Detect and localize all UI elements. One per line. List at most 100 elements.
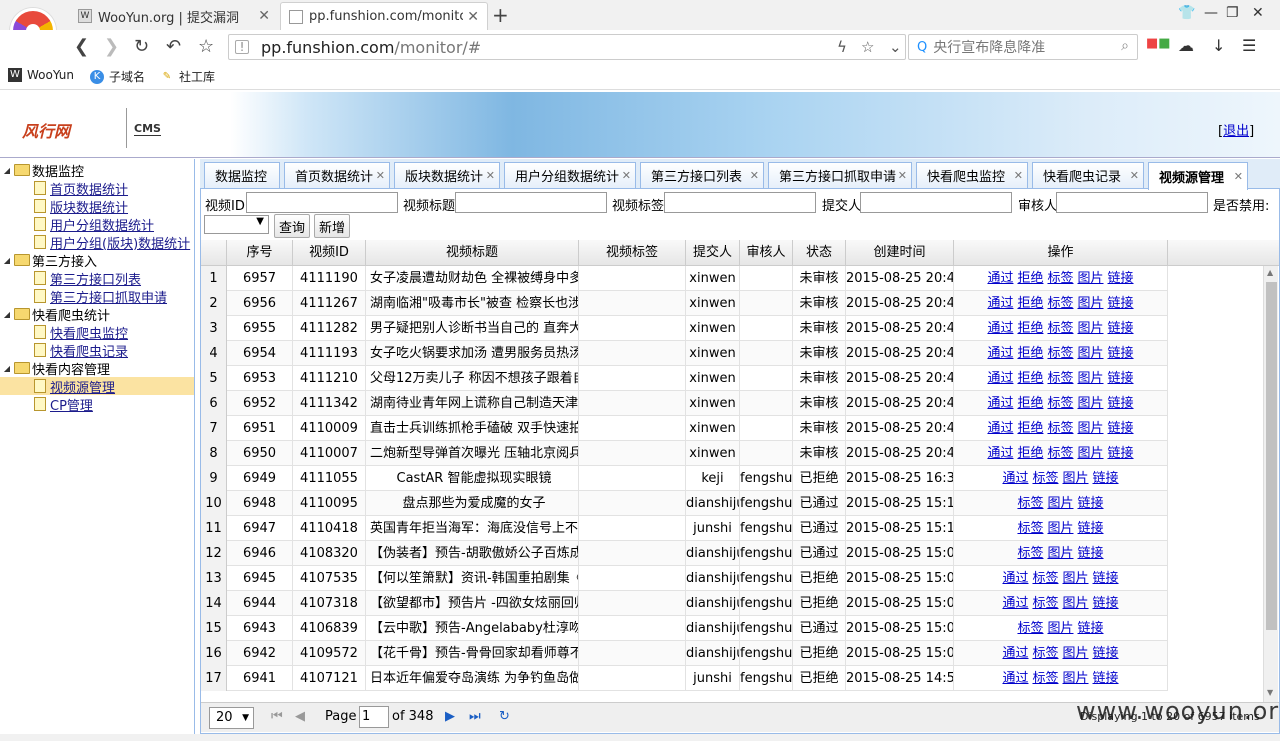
table-row[interactable]: 1 6957 4111190 女子凌晨遭劫财劫色 全裸被缚身中多 xinwen 未审核 20…	[201, 266, 1168, 291]
close-icon[interactable]: ✕	[254, 8, 270, 24]
undo-icon[interactable]: ↶	[166, 36, 181, 57]
action-link[interactable]: 链接	[1078, 496, 1104, 511]
table-row[interactable]: 5 6953 4111210 父母12万卖儿子 称因不想孩子跟着自 xinwen 未审核 2…	[201, 366, 1168, 391]
action-link[interactable]: 通过	[987, 271, 1013, 286]
action-link[interactable]: 标签	[1047, 371, 1073, 386]
close-icon[interactable]: ✕	[486, 169, 495, 182]
action-link[interactable]: 链接	[1108, 446, 1134, 461]
action-link[interactable]: 标签	[1017, 546, 1043, 561]
action-link[interactable]: 图片	[1078, 371, 1104, 386]
table-row[interactable]: 10 6948 4110095 盘点那些为爱成魔的女子 dianshiju fengshu…	[201, 491, 1168, 516]
table-row[interactable]: 15 6943 4106839 【云中歌】预告-Angelababy杜淳吻戏 dians…	[201, 616, 1168, 641]
action-link[interactable]: 链接	[1078, 546, 1104, 561]
action-link[interactable]: 链接	[1093, 471, 1119, 486]
action-link[interactable]: 标签	[1047, 421, 1073, 436]
table-row[interactable]: 6 6952 4111342 湖南待业青年网上谎称自己制造天津爆 xinwen 未审核 20…	[201, 391, 1168, 416]
close-icon[interactable]: ✕	[750, 169, 759, 182]
sidebar-group[interactable]: ◢ 第三方接入	[2, 251, 194, 270]
column-header[interactable]: 创建时间	[846, 240, 954, 266]
table-row[interactable]: 16 6942 4109572 【花千骨】预告-骨骨回家却看师尊不 dianshiju f…	[201, 641, 1168, 666]
sidebar-item-label[interactable]: 快看爬虫记录	[50, 341, 128, 360]
action-link[interactable]: 标签	[1032, 471, 1058, 486]
sidebar-item[interactable]: 用户分组数据统计	[0, 215, 194, 234]
action-link[interactable]: 图片	[1078, 346, 1104, 361]
page-tab[interactable]: 第三方接口列表 ✕	[640, 162, 764, 188]
window-close-icon[interactable]: ✕	[1252, 5, 1264, 21]
action-link[interactable]: 通过	[987, 446, 1013, 461]
action-link[interactable]: 拒绝	[1017, 396, 1043, 411]
forward-icon[interactable]: ❯	[104, 36, 119, 57]
table-row[interactable]: 3 6955 4111282 男子疑把别人诊断书当自己的 直奔大 xinwen 未审核 20…	[201, 316, 1168, 341]
star-icon[interactable]: ☆	[861, 38, 874, 56]
close-icon[interactable]: ✕	[463, 9, 479, 25]
action-link[interactable]: 标签	[1032, 646, 1058, 661]
action-link[interactable]: 图片	[1063, 646, 1089, 661]
menu-icon[interactable]: ☰	[1242, 36, 1256, 55]
prev-page-icon[interactable]: ◀	[295, 709, 305, 724]
action-link[interactable]: 拒绝	[1017, 296, 1043, 311]
action-link[interactable]: 通过	[987, 346, 1013, 361]
action-link[interactable]: 标签	[1047, 396, 1073, 411]
action-link[interactable]: 通过	[1002, 646, 1028, 661]
column-header[interactable]	[201, 240, 227, 266]
action-link[interactable]: 拒绝	[1017, 446, 1043, 461]
first-page-icon[interactable]: ⏮	[271, 709, 283, 724]
sidebar-item[interactable]: CP管理	[0, 395, 194, 414]
action-link[interactable]: 标签	[1017, 496, 1043, 511]
refresh-icon[interactable]: ↻	[499, 709, 510, 724]
action-link[interactable]: 通过	[987, 296, 1013, 311]
action-link[interactable]: 图片	[1078, 296, 1104, 311]
action-link[interactable]: 拒绝	[1017, 271, 1043, 286]
action-link[interactable]: 通过	[1002, 671, 1028, 686]
close-icon[interactable]: ✕	[622, 169, 631, 182]
bookmark-social[interactable]: ✎ 社工库	[160, 68, 215, 85]
sidebar-item-label[interactable]: CP管理	[50, 395, 93, 414]
sidebar-item-label[interactable]: 用户分组数据统计	[50, 215, 154, 234]
search-icon[interactable]: ⌕	[1121, 38, 1129, 54]
action-link[interactable]: 标签	[1032, 571, 1058, 586]
action-link[interactable]: 标签	[1017, 621, 1043, 636]
skin-icon[interactable]: 👕	[1178, 5, 1195, 21]
query-button[interactable]: 查询	[274, 214, 310, 238]
action-link[interactable]: 链接	[1108, 296, 1134, 311]
page-tab[interactable]: 第三方接口抓取申请 ✕	[768, 162, 912, 188]
close-icon[interactable]: ✕	[1014, 169, 1023, 182]
page-tab[interactable]: 快看爬虫记录 ✕	[1032, 162, 1144, 188]
address-bar[interactable]: ! pp.funshion.com/monitor/# ϟ ☆ ⌄	[228, 34, 906, 60]
column-header[interactable]: 序号	[227, 240, 293, 266]
action-link[interactable]: 拒绝	[1017, 321, 1043, 336]
submitter-input[interactable]	[860, 192, 1012, 213]
table-row[interactable]: 969494111055CastAR 智能虚拟现实眼镜 kejifengshuo已…	[201, 466, 1168, 491]
action-link[interactable]: 链接	[1093, 646, 1119, 661]
collapse-toggle-icon[interactable]: ◢	[2, 166, 12, 175]
action-link[interactable]: 标签	[1017, 521, 1043, 536]
action-link[interactable]: 图片	[1078, 271, 1104, 286]
video-id-input[interactable]	[246, 192, 398, 213]
sidebar-item-label[interactable]: 快看爬虫监控	[50, 323, 128, 342]
column-header[interactable]: 视频ID	[293, 240, 366, 266]
table-row[interactable]: 2 6956 4111267 湖南临湘"吸毒市长"被查 检察长也涉嫌 xinwen 未审核…	[201, 291, 1168, 316]
sidebar-item[interactable]: 第三方接口列表	[0, 269, 194, 288]
table-row[interactable]: 12 6946 4108320 【伪装者】预告-胡歌傲娇公子百炼成 dianshiju f…	[201, 541, 1168, 566]
action-link[interactable]: 链接	[1108, 421, 1134, 436]
action-link[interactable]: 通过	[987, 371, 1013, 386]
sidebar-item[interactable]: 用户分组(版块)数据统计	[0, 233, 194, 252]
disabled-select[interactable]: ▼	[204, 215, 269, 234]
table-row[interactable]: 4 6954 4111193 女子吃火锅要求加汤 遭男服务员热汤 xinwen 未审核 20…	[201, 341, 1168, 366]
action-link[interactable]: 标签	[1032, 596, 1058, 611]
action-link[interactable]: 通过	[1002, 471, 1028, 486]
action-link[interactable]: 标签	[1047, 346, 1073, 361]
collapse-toggle-icon[interactable]: ◢	[2, 364, 12, 373]
last-page-icon[interactable]: ⏭	[469, 709, 481, 724]
column-header[interactable]: 视频标签	[579, 240, 686, 266]
video-title-input[interactable]	[455, 192, 607, 213]
action-link[interactable]: 标签	[1047, 271, 1073, 286]
action-link[interactable]: 标签	[1047, 296, 1073, 311]
scroll-down-icon[interactable]: ▼	[1267, 688, 1273, 697]
close-icon[interactable]: ✕	[898, 169, 907, 182]
column-header[interactable]: 操作	[954, 240, 1168, 266]
table-row[interactable]: 13 6945 4107535 【何以笙箫默】资讯-韩国重拍剧集《 dianshiju f…	[201, 566, 1168, 591]
search-box[interactable]: Q 央行宣布降息降准 ⌕	[908, 34, 1138, 60]
action-link[interactable]: 链接	[1108, 346, 1134, 361]
logout-label[interactable]: 退出	[1223, 124, 1249, 139]
